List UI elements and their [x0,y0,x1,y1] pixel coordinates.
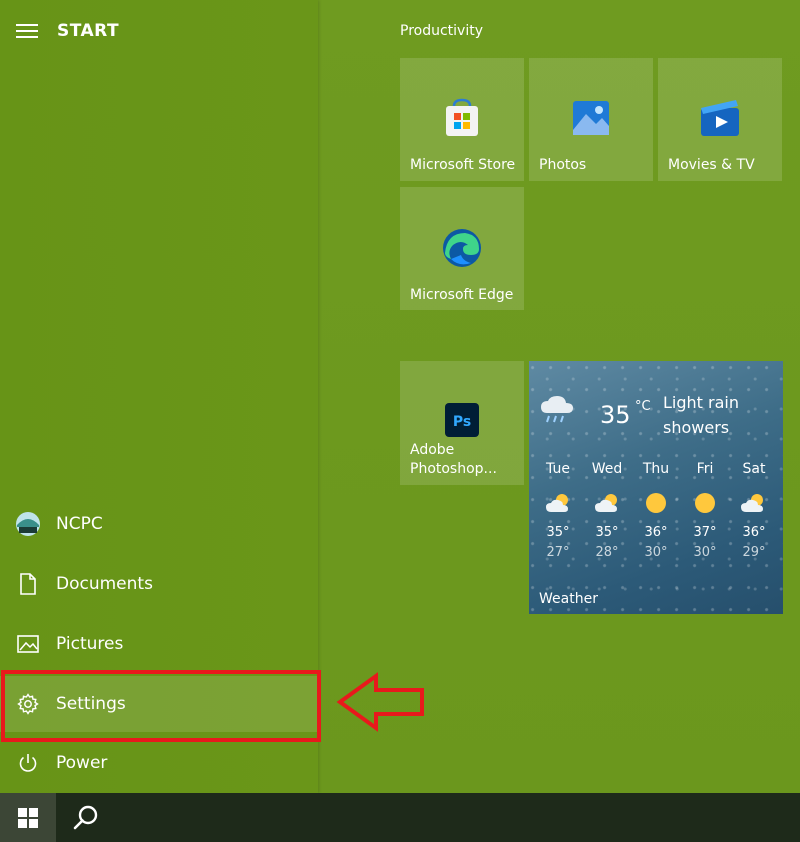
windows-start-button[interactable] [0,793,56,842]
weather-day: Sat [742,461,766,477]
menu-label-documents: Documents [56,574,153,594]
document-icon [0,573,56,595]
highlight-box [1,670,321,742]
tile-photos[interactable]: Photos [529,58,653,181]
menu-item-power[interactable]: Power [0,735,318,791]
store-icon [446,98,478,136]
start-title: START [57,21,120,41]
edge-icon [443,229,481,267]
tile-label-photoshop-2: Photoshop... [410,461,497,477]
tile-movies-tv[interactable]: Movies & TV [658,58,782,181]
weather-low: 30° [644,545,668,560]
hamburger-menu-icon[interactable] [16,24,38,40]
weather-temp: 35 [600,401,631,429]
partly-cloudy-icon [546,494,568,512]
menu-item-user[interactable]: NCPC [0,496,318,552]
weather-day: Wed [591,461,623,477]
weather-high: 37° [693,525,717,540]
search-icon [73,805,98,829]
tile-label-movies: Movies & TV [668,157,755,173]
partly-cloudy-icon [595,494,617,512]
weather-unit: °C [635,399,651,414]
tile-microsoft-edge[interactable]: Microsoft Edge [400,187,524,310]
taskbar-search-button[interactable] [60,793,112,842]
weather-high: 35° [546,525,570,540]
weather-condition-1: Light rain [663,393,739,412]
weather-low: 27° [546,545,570,560]
menu-label-power: Power [56,753,108,773]
menu-label-pictures: Pictures [56,634,124,654]
weather-day: Fri [696,461,714,477]
tile-adobe-photoshop[interactable]: Ps Adobe Photoshop... [400,361,524,485]
windows-logo-icon [18,807,38,828]
tile-label-photos: Photos [539,157,587,173]
start-menu: START NCPC Documents Pictures Settings P… [0,0,800,793]
weather-day: Thu [642,461,670,477]
svg-text:Ps: Ps [453,414,471,430]
menu-label-user: NCPC [56,514,103,534]
power-icon [0,752,56,774]
tile-label-store: Microsoft Store [410,157,516,173]
photos-icon [573,101,609,135]
weather-high: 36° [644,525,668,540]
user-avatar [0,511,56,537]
weather-low: 29° [742,545,766,560]
tile-weather[interactable]: 35 °C Light rain showers Tue Wed Thu Fri… [529,361,783,614]
weather-day: Tue [546,461,570,477]
pointer-arrow-icon [336,672,424,732]
rain-cloud-icon [541,396,573,423]
menu-item-pictures[interactable]: Pictures [0,616,318,672]
group-title-productivity: Productivity [400,23,483,39]
tile-label-photoshop-1: Adobe [410,442,455,458]
weather-low: 28° [595,545,619,560]
tile-microsoft-store[interactable]: Microsoft Store [400,58,524,181]
picture-icon [0,635,56,653]
photoshop-icon: Ps [445,403,479,437]
sunny-icon [646,493,666,513]
partly-cloudy-icon [741,494,763,512]
sunny-icon [695,493,715,513]
weather-condition-2: showers [663,418,730,437]
menu-item-documents[interactable]: Documents [0,556,318,612]
movies-icon [701,100,739,136]
weather-high: 35° [595,525,619,540]
weather-label: Weather [539,591,598,607]
weather-high: 36° [742,525,766,540]
weather-low: 30° [693,545,717,560]
taskbar [0,793,800,842]
tile-label-edge: Microsoft Edge [410,287,514,303]
